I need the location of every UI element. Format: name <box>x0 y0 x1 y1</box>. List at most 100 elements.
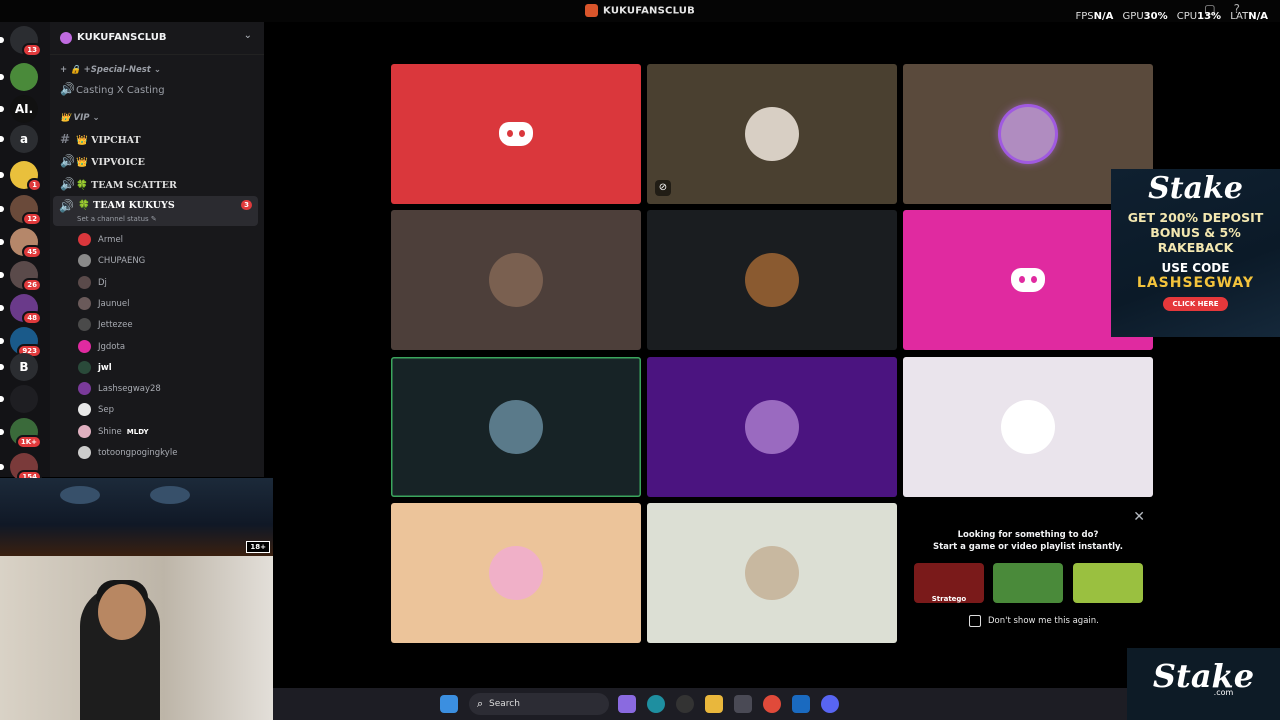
avatar <box>489 546 543 600</box>
channel-kukuys-text: TEAM KUKUYS <box>93 200 175 211</box>
game-stratego[interactable]: Stratego <box>914 563 984 603</box>
avatar-server-icon[interactable]: 154 <box>10 453 42 484</box>
member-name: Jettezee <box>98 320 133 331</box>
voice-member[interactable]: Lashsegway28 <box>78 382 161 396</box>
member-name: Shine <box>98 426 122 437</box>
voice-member[interactable]: Dj <box>78 275 107 289</box>
voice-member[interactable]: Sep <box>78 403 115 417</box>
unread-pill <box>0 172 4 178</box>
search-icon: ⌕ <box>477 697 484 710</box>
store-icon[interactable] <box>734 695 752 713</box>
member-name: Sep <box>98 405 115 416</box>
channel-status-placeholder[interactable]: Set a channel status ✎ <box>77 215 157 223</box>
channel-team-scatter[interactable]: 🔊🍀 TEAM SCATTER <box>60 177 177 191</box>
member-name: Armel <box>98 235 124 245</box>
category-special[interactable]: + 🔒 +Special-Nest ⌄ <box>60 65 161 75</box>
edge-icon[interactable] <box>647 695 665 713</box>
discord-taskbar-icon[interactable] <box>821 695 839 713</box>
channel-status-text: Set a channel status <box>77 215 149 223</box>
anime-server-icon[interactable]: 48 <box>10 294 42 325</box>
github-icon[interactable] <box>676 695 694 713</box>
streamer-face <box>98 584 146 640</box>
unread-pill <box>0 364 4 370</box>
close-icon[interactable]: ✕ <box>1133 509 1145 525</box>
server-name: KUKUFANSCLUB <box>77 32 167 43</box>
chevron-down-icon[interactable]: ⌄ <box>244 30 252 41</box>
ai-server-icon[interactable]: AI. <box>10 95 38 123</box>
avatar <box>489 253 543 307</box>
unread-pill <box>0 305 4 311</box>
unread-badge: 1 <box>27 178 42 192</box>
inday-server-icon[interactable]: 12 <box>10 195 42 226</box>
channel-team-kukuys[interactable]: 🔊 🍀 TEAM KUKUYS Set a channel status ✎ 3 <box>53 196 258 226</box>
guild-letter-icon[interactable]: B <box>10 353 38 381</box>
channel-vipchat[interactable]: # 👑 VIPCHAT <box>60 132 141 146</box>
voice-member[interactable]: Jettezee <box>78 318 133 332</box>
pikachu-server-icon[interactable]: 1 <box>10 161 42 192</box>
voice-member[interactable]: Jgdota <box>78 339 125 353</box>
voice-member[interactable]: jwl <box>78 360 112 374</box>
avatar <box>78 424 91 438</box>
game-magic-garden[interactable] <box>993 563 1063 603</box>
team-server-icon[interactable]: 923 <box>10 327 42 358</box>
video-tile[interactable] <box>647 503 897 643</box>
avatar-server-icon[interactable]: 26 <box>10 261 42 292</box>
voice-member[interactable]: totoongpogingkyle <box>78 446 177 459</box>
avatar <box>489 400 543 454</box>
channel-casting[interactable]: 🔊Casting X Casting <box>60 82 165 96</box>
discord-home-icon[interactable]: 13 <box>10 26 42 57</box>
avatar-server-icon[interactable]: 45 <box>10 228 42 259</box>
windows-start-icon[interactable] <box>440 695 458 713</box>
voice-member[interactable]: Shine MLDY <box>78 424 149 438</box>
video-tile[interactable] <box>391 503 641 643</box>
dont-show-checkbox[interactable] <box>969 615 981 627</box>
chrome-icon[interactable] <box>763 695 781 713</box>
category-vip-label: VIP <box>73 113 90 123</box>
voice-icon: 🔊 <box>60 177 75 191</box>
stake-brand: Stake <box>1148 171 1243 206</box>
category-vip[interactable]: 👑 VIP ⌄ <box>60 113 100 123</box>
voice-connected-icon: 🔊 <box>59 199 74 213</box>
avatar <box>745 400 799 454</box>
copilot-icon[interactable] <box>618 695 636 713</box>
red-logo-server-icon[interactable] <box>10 385 38 413</box>
video-tile[interactable] <box>391 64 641 204</box>
outlook-icon[interactable] <box>792 695 810 713</box>
unread-badge: 13 <box>22 43 42 57</box>
stake-ad-banner[interactable]: Stake GET 200% DEPOSIT BONUS & 5% RAKEBA… <box>1111 169 1280 337</box>
avatar <box>78 254 91 268</box>
discord-logo-icon <box>499 122 533 146</box>
cpu-label: CPU <box>1176 11 1198 22</box>
unread-pill <box>0 338 4 344</box>
guild-initial: a <box>19 132 29 146</box>
pepe-server-icon[interactable] <box>10 63 38 91</box>
avatar <box>78 403 91 417</box>
avatar <box>745 107 799 161</box>
voice-member[interactable]: CHUPAENG <box>78 254 145 268</box>
window-title-text: KUKUFANSCLUB <box>603 5 695 17</box>
server-header[interactable]: KUKUFANSCLUB ⌄ <box>50 22 264 55</box>
avatar-server-icon[interactable]: 1K+ <box>10 418 42 449</box>
video-tile[interactable] <box>391 210 641 350</box>
stake-code-label: USE CODE <box>1161 261 1230 275</box>
voice-member[interactable]: Jaunuel <box>78 296 129 310</box>
game-third[interactable] <box>1073 563 1143 603</box>
guild-letter-icon[interactable]: a <box>10 125 38 153</box>
discord-logo-icon <box>1011 268 1045 292</box>
video-tile[interactable] <box>647 357 897 497</box>
stake-offer-line: BONUS & 5% <box>1150 225 1241 240</box>
voice-member[interactable]: Armel <box>78 233 123 246</box>
avatar <box>78 446 91 459</box>
video-tile[interactable] <box>903 357 1153 497</box>
file-explorer-icon[interactable] <box>705 695 723 713</box>
stake-click-button[interactable]: CLICK HERE <box>1163 297 1228 311</box>
channel-vipvoice-label: VIPVOICE <box>91 157 145 168</box>
stake-logo: Stake .com <box>1127 648 1280 720</box>
video-tile[interactable] <box>647 210 897 350</box>
avatar <box>78 233 91 246</box>
taskbar-search[interactable]: ⌕ Search <box>469 693 609 715</box>
gpu-value: 30% <box>1143 11 1168 22</box>
channel-vipvoice[interactable]: 🔊👑 VIPVOICE <box>60 154 145 168</box>
video-tile[interactable] <box>391 357 641 497</box>
video-tile[interactable]: ⊘ <box>647 64 897 204</box>
